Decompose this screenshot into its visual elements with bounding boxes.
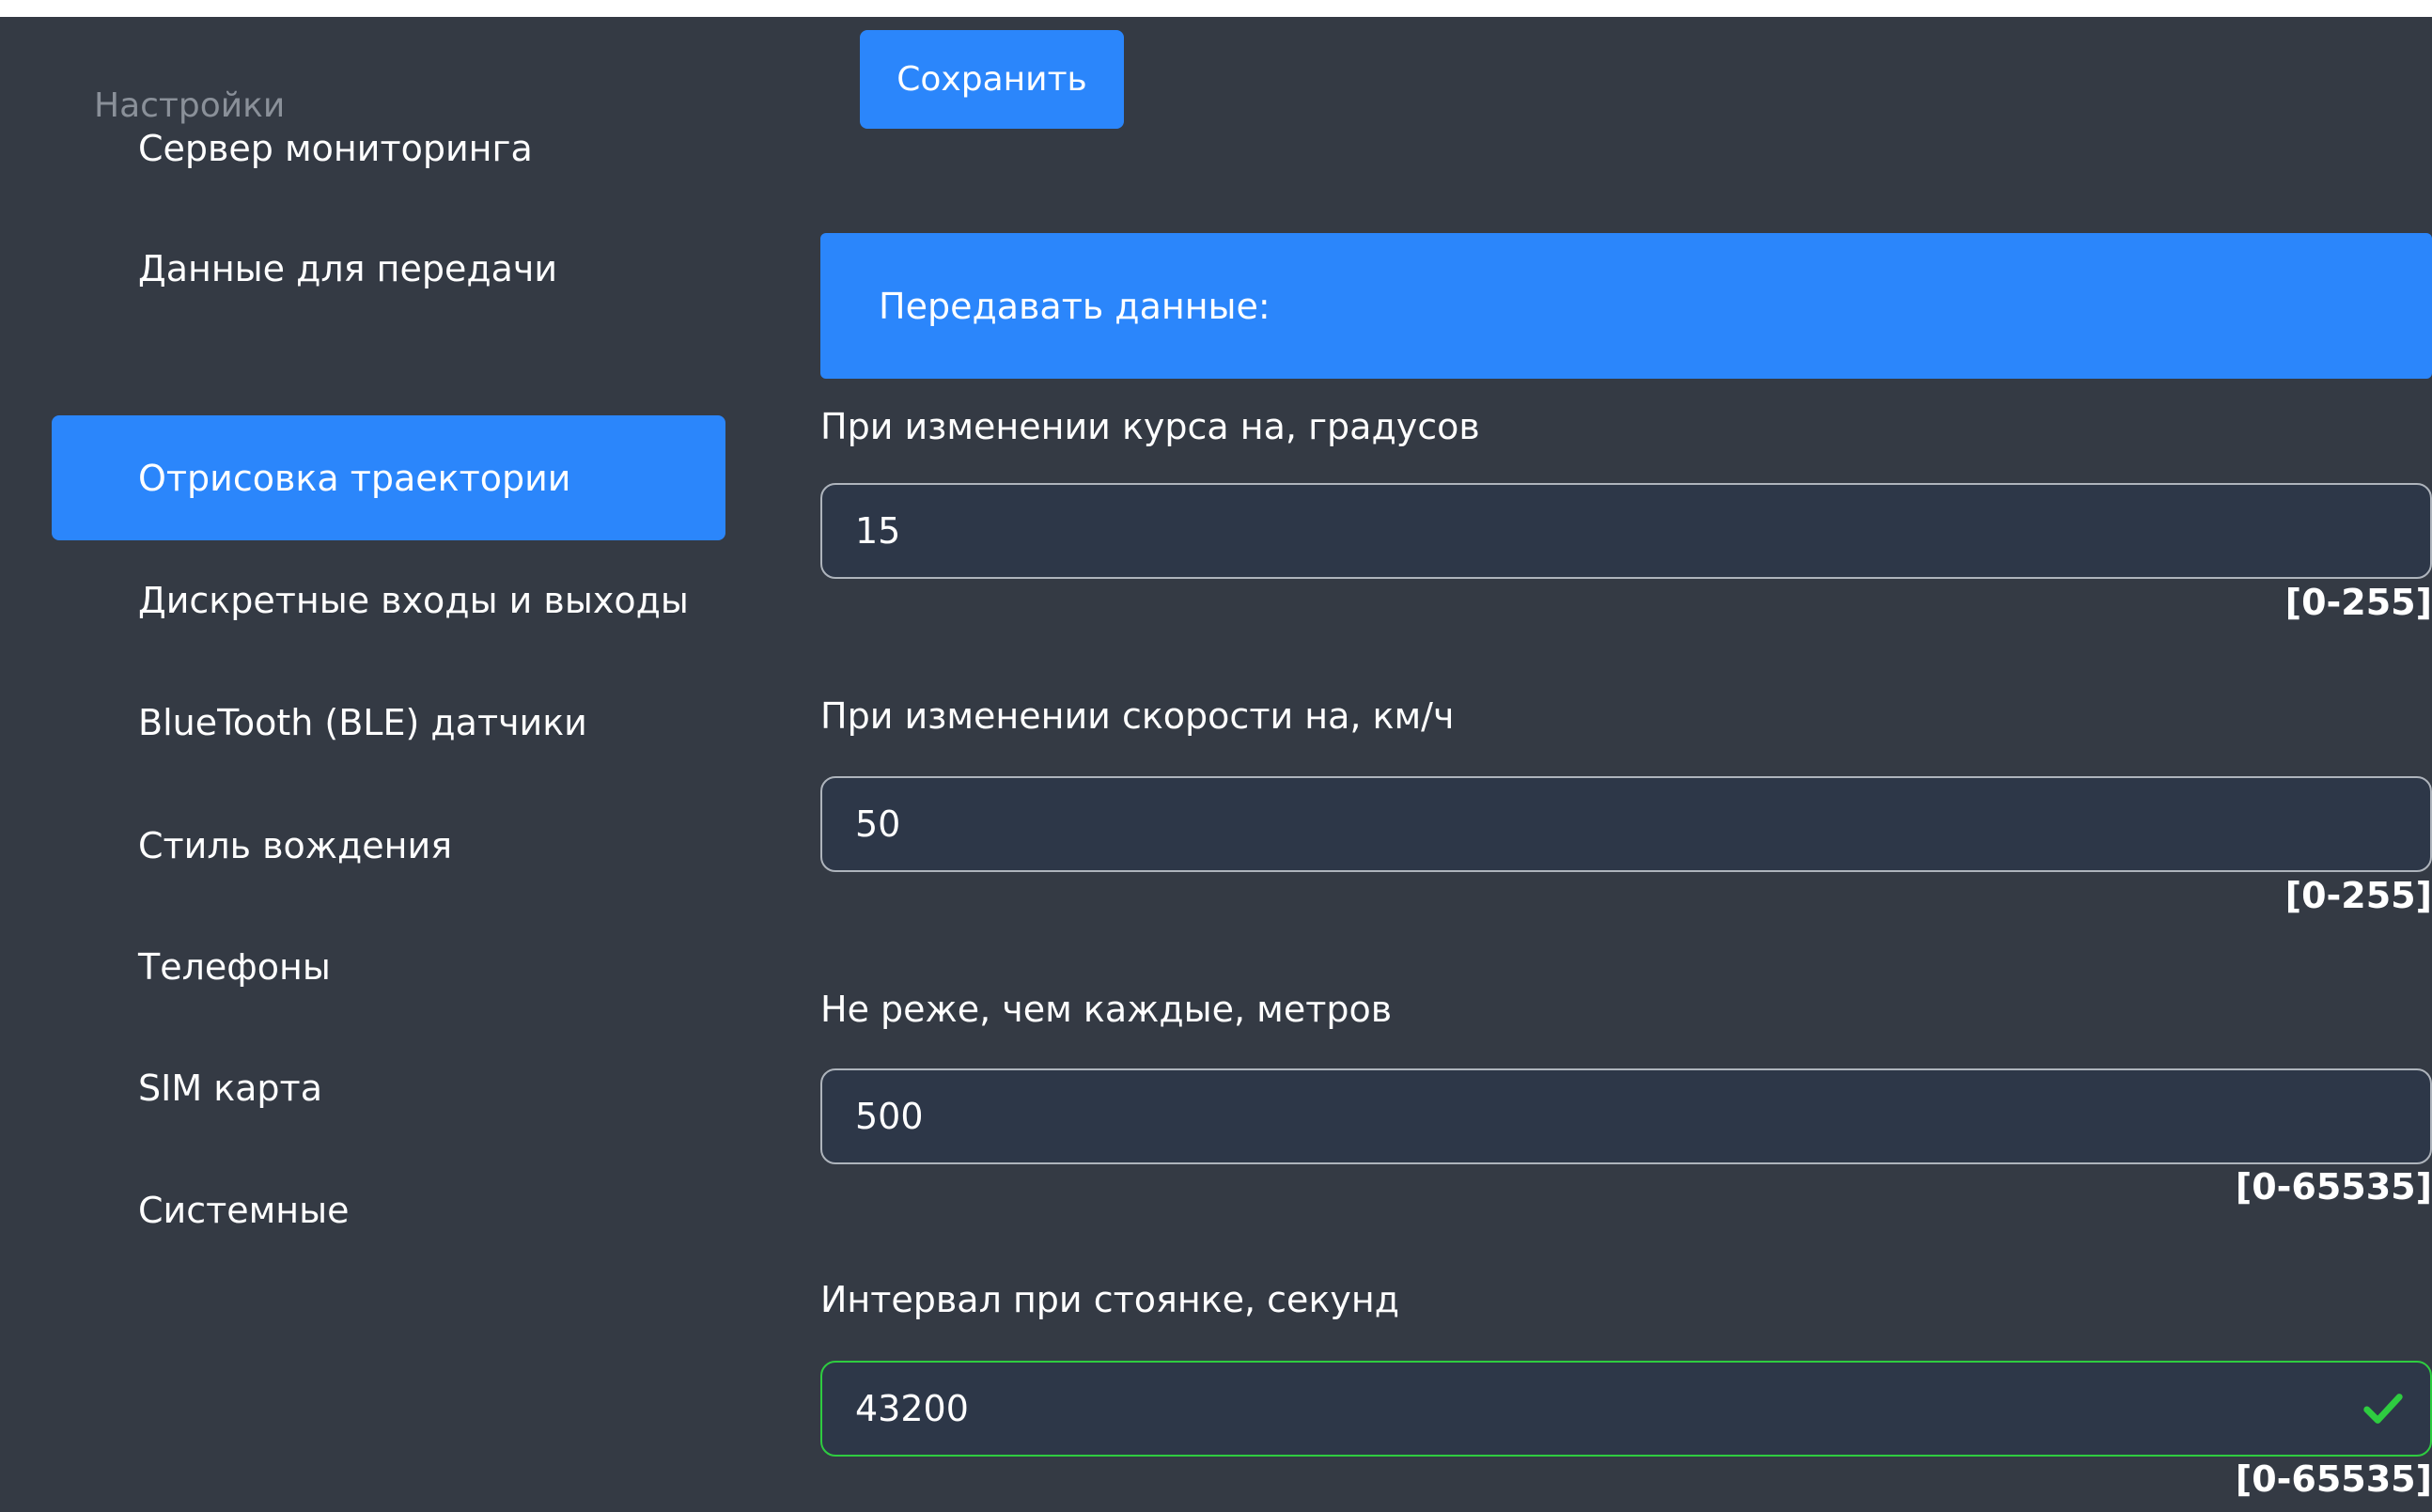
section-title: Передавать данные: bbox=[879, 285, 1271, 327]
section-header: Передавать данные: bbox=[820, 233, 2432, 379]
settings-app: Настройки Сервер мониторинга Данные для … bbox=[0, 17, 2432, 1512]
sidebar-item-label: Стиль вождения bbox=[138, 824, 453, 866]
sidebar-item-system[interactable]: Системные bbox=[52, 1147, 725, 1272]
save-button[interactable]: Сохранить bbox=[860, 30, 1124, 129]
sidebar-item-sim-card[interactable]: SIM карта bbox=[52, 1025, 725, 1150]
range-hint-parking-interval: [0-65535] bbox=[2235, 1458, 2432, 1500]
field-label-speed-change: При изменении скорости на, км/ч bbox=[820, 695, 1455, 737]
check-icon bbox=[2363, 1394, 2403, 1424]
sidebar-item-trajectory[interactable]: Отрисовка траектории bbox=[52, 415, 725, 540]
sidebar-item-bluetooth-sensors[interactable]: BlueTooth (BLE) датчики bbox=[52, 660, 725, 785]
sidebar-item-driving-style[interactable]: Стиль вождения bbox=[52, 783, 725, 908]
sidebar-item-discrete-io[interactable]: Дискретные входы и выходы bbox=[52, 538, 725, 662]
sidebar-item-label: BlueTooth (BLE) датчики bbox=[138, 701, 587, 743]
sidebar-item-transmit-data[interactable]: Данные для передачи bbox=[52, 206, 725, 331]
sidebar-item-label: Отрисовка траектории bbox=[138, 457, 571, 499]
sidebar-item-label: Телефоны bbox=[138, 945, 331, 988]
sidebar-item-monitoring-server[interactable]: Сервер мониторинга bbox=[52, 86, 725, 210]
field-label-parking-interval: Интервал при стоянке, секунд bbox=[820, 1279, 1399, 1320]
sidebar: Настройки Сервер мониторинга Данные для … bbox=[0, 17, 752, 1512]
top-margin bbox=[0, 0, 2432, 17]
sidebar-item-label: Дискретные входы и выходы bbox=[138, 579, 689, 621]
sidebar-item-phones[interactable]: Телефоны bbox=[52, 904, 725, 1029]
parking-interval-input[interactable] bbox=[820, 1361, 2432, 1457]
course-change-input[interactable] bbox=[820, 483, 2432, 579]
speed-change-input[interactable] bbox=[820, 776, 2432, 872]
sidebar-item-label: Сервер мониторинга bbox=[138, 127, 533, 169]
range-hint-distance: [0-65535] bbox=[2235, 1166, 2432, 1208]
distance-input[interactable] bbox=[820, 1068, 2432, 1164]
settings-content: Сохранить Передавать данные: При изменен… bbox=[820, 17, 2432, 1512]
field-label-distance: Не реже, чем каждые, метров bbox=[820, 989, 1393, 1030]
sidebar-item-label: SIM карта bbox=[138, 1067, 322, 1109]
sidebar-item-label: Системные bbox=[138, 1189, 350, 1231]
field-label-course-change: При изменении курса на, градусов bbox=[820, 406, 1480, 447]
range-hint-course-change: [0-255] bbox=[2284, 582, 2432, 623]
sidebar-item-label: Данные для передачи bbox=[138, 247, 558, 289]
range-hint-speed-change: [0-255] bbox=[2284, 875, 2432, 916]
